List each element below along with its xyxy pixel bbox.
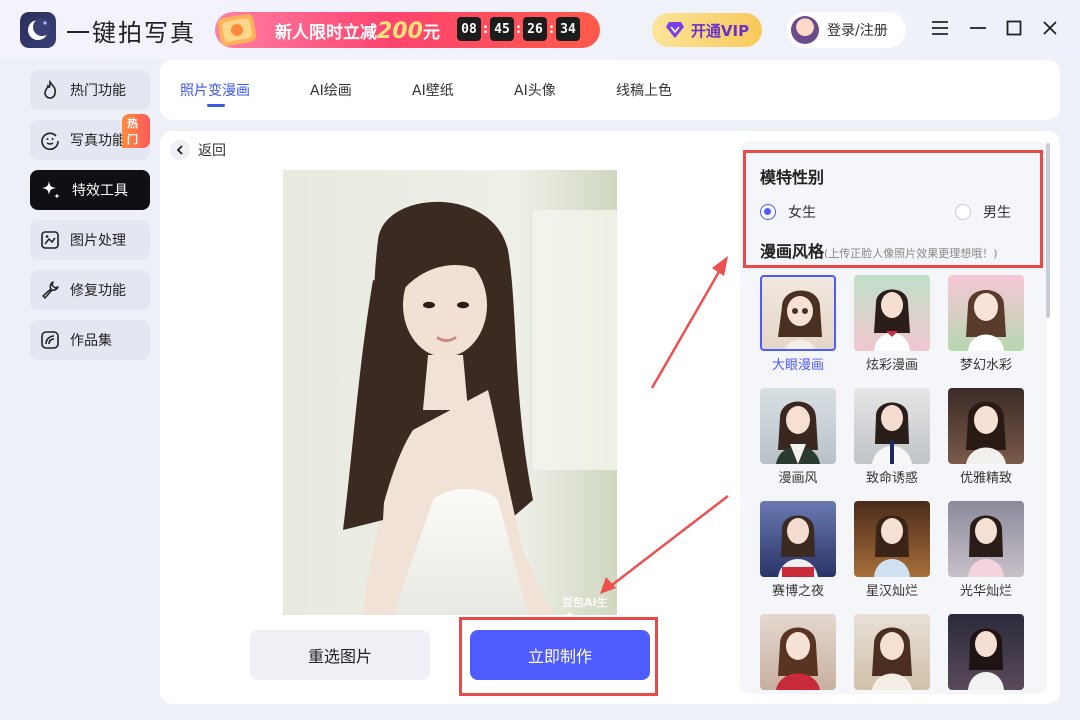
maximize-icon[interactable] bbox=[1004, 18, 1024, 38]
style-label: 光华灿烂 bbox=[959, 584, 1012, 599]
style-label: 大眼漫画 bbox=[771, 358, 824, 373]
sidebar-item-label: 热门功能 bbox=[70, 83, 126, 99]
minimize-icon[interactable] bbox=[968, 18, 988, 38]
promo-unit: 元 bbox=[422, 23, 440, 43]
sparkle-icon bbox=[42, 181, 60, 199]
style-label: 炫彩漫画 bbox=[865, 358, 918, 373]
vip-label: 开通VIP bbox=[690, 21, 750, 40]
style-label: 赛博之夜 bbox=[771, 584, 824, 599]
sidebar-item-label: 作品集 bbox=[70, 333, 112, 349]
uploaded-photo: 豆包AI生成 bbox=[283, 170, 617, 615]
style-card[interactable]: 致命诱惑 bbox=[854, 388, 930, 486]
countdown-hours: 45 bbox=[490, 17, 514, 41]
main-panel: 返回 豆包AI生成 重选图片 bbox=[160, 131, 1060, 704]
tab-bar: 照片变漫画 AI绘画 AI壁纸 AI头像 线稿上色 bbox=[160, 60, 1060, 120]
style-thumbnail bbox=[854, 501, 930, 577]
style-card[interactable] bbox=[760, 614, 836, 693]
style-thumbnail bbox=[948, 501, 1024, 577]
active-tab-indicator bbox=[207, 104, 225, 107]
sidebar-item-label: 写真功能 bbox=[70, 133, 126, 149]
hot-badge: 热门 bbox=[122, 114, 150, 148]
back-button[interactable]: 返回 bbox=[170, 140, 226, 160]
reselect-image-button[interactable]: 重选图片 bbox=[250, 630, 430, 680]
promo-amount: 200 bbox=[377, 19, 423, 44]
highlight-box-gender bbox=[743, 150, 1043, 268]
style-card[interactable] bbox=[854, 614, 930, 693]
style-label: 星汉灿烂 bbox=[865, 584, 918, 599]
avatar bbox=[791, 16, 819, 44]
style-label: 漫画风 bbox=[778, 471, 818, 486]
tab-photo-to-comic[interactable]: 照片变漫画 bbox=[180, 80, 250, 100]
sidebar-item-image-processing[interactable]: 图片处理 bbox=[30, 220, 150, 260]
style-card[interactable]: 光华灿烂 bbox=[948, 501, 1024, 599]
promo-prefix: 新人限时立减 bbox=[275, 23, 377, 43]
image-edit-icon bbox=[41, 231, 59, 249]
ai-watermark: 豆包AI生成 bbox=[562, 596, 608, 615]
style-thumbnail bbox=[760, 275, 836, 351]
app-logo bbox=[20, 12, 56, 48]
sidebar-item-repair[interactable]: 修复功能 bbox=[30, 270, 150, 310]
style-thumbnail bbox=[854, 275, 930, 351]
style-thumbnail bbox=[854, 614, 930, 690]
diamond-icon bbox=[665, 22, 684, 38]
chevron-left-icon bbox=[170, 140, 190, 160]
smile-icon bbox=[41, 132, 59, 150]
menu-icon[interactable] bbox=[930, 18, 950, 38]
countdown-minutes: 26 bbox=[523, 17, 547, 41]
style-thumbnail bbox=[760, 388, 836, 464]
style-card[interactable]: 赛博之夜 bbox=[760, 501, 836, 599]
gift-coupon-icon bbox=[217, 14, 257, 46]
style-card[interactable]: 炫彩漫画 bbox=[854, 275, 930, 373]
countdown-days: 08 bbox=[457, 17, 481, 41]
style-card[interactable] bbox=[948, 614, 1024, 693]
style-card[interactable]: 优雅精致 bbox=[948, 388, 1024, 486]
gallery-icon bbox=[41, 331, 59, 349]
style-thumbnail bbox=[948, 388, 1024, 464]
style-label: 梦幻水彩 bbox=[959, 358, 1012, 373]
sidebar-item-label: 图片处理 bbox=[70, 233, 126, 249]
style-label: 优雅精致 bbox=[959, 471, 1012, 486]
wrench-icon bbox=[42, 281, 59, 299]
countdown-seconds: 34 bbox=[556, 17, 580, 41]
style-label: 致命诱惑 bbox=[865, 471, 918, 486]
sidebar-item-gallery[interactable]: 作品集 bbox=[30, 320, 150, 360]
vip-button[interactable]: 开通VIP bbox=[652, 13, 762, 47]
promo-countdown: 08 : 45 : 26 : 34 bbox=[457, 17, 580, 41]
style-thumbnail bbox=[760, 501, 836, 577]
style-card[interactable]: 漫画风 bbox=[760, 388, 836, 486]
panel-scrollbar[interactable] bbox=[1046, 143, 1050, 318]
style-thumbnail bbox=[948, 275, 1024, 351]
style-card[interactable]: 星汉灿烂 bbox=[854, 501, 930, 599]
app-title: 一键拍写真 bbox=[66, 19, 196, 47]
login-label: 登录/注册 bbox=[827, 23, 888, 39]
sidebar-item-hot[interactable]: 热门功能 bbox=[30, 70, 150, 110]
close-icon[interactable] bbox=[1040, 18, 1060, 38]
highlight-box-make-button bbox=[459, 617, 658, 696]
tab-ai-wallpaper[interactable]: AI壁纸 bbox=[412, 80, 454, 100]
sidebar-item-label: 特效工具 bbox=[72, 183, 128, 199]
tab-lineart-coloring[interactable]: 线稿上色 bbox=[616, 80, 672, 100]
style-thumbnail bbox=[854, 388, 930, 464]
tab-ai-avatar[interactable]: AI头像 bbox=[514, 80, 556, 100]
style-thumbnail bbox=[948, 614, 1024, 690]
sidebar-item-label: 修复功能 bbox=[70, 283, 126, 299]
title-bar: 一键拍写真 新人限时立减200元 08 : 45 : 26 : 34 开通VIP… bbox=[0, 0, 1080, 60]
moon-icon bbox=[28, 18, 51, 40]
promo-text: 新人限时立减200元 bbox=[275, 18, 440, 44]
login-button[interactable]: 登录/注册 bbox=[787, 12, 906, 48]
style-card[interactable]: 梦幻水彩 bbox=[948, 275, 1024, 373]
sidebar-item-portrait[interactable]: 写真功能 热门 bbox=[30, 114, 150, 160]
flame-icon bbox=[44, 80, 56, 99]
sidebar-item-effects[interactable]: 特效工具 bbox=[30, 170, 150, 210]
tab-ai-painting[interactable]: AI绘画 bbox=[310, 80, 352, 100]
back-label: 返回 bbox=[198, 143, 226, 159]
portrait-image bbox=[283, 170, 617, 615]
style-card[interactable]: 大眼漫画 bbox=[760, 275, 836, 373]
style-thumbnail bbox=[760, 614, 836, 690]
